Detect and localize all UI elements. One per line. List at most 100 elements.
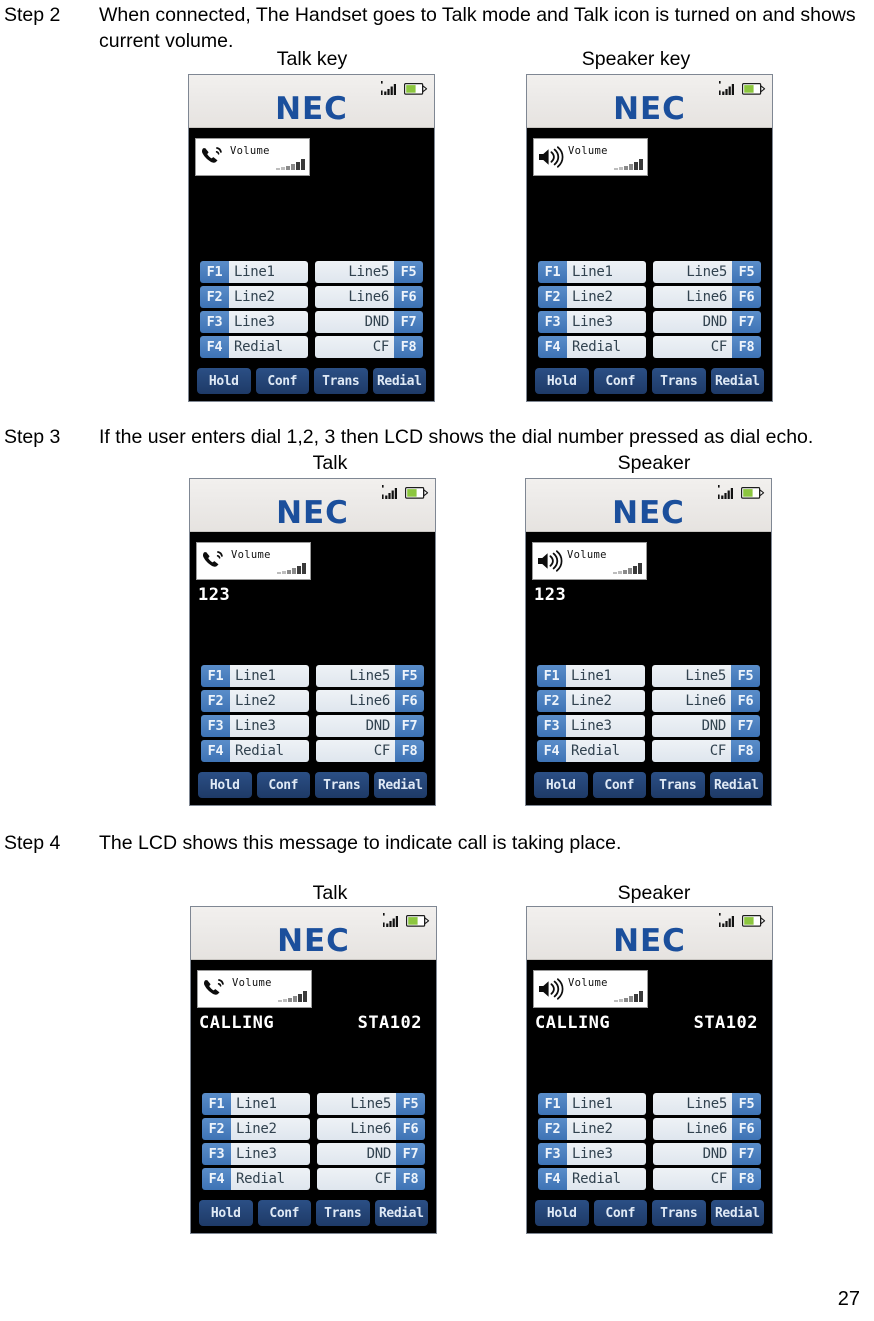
function-key-f8[interactable]: CF F8 [653,336,761,358]
function-key-f1[interactable]: F1 Line1 [201,665,309,687]
function-key-f5[interactable]: Line5 F5 [315,261,423,283]
function-key-f5[interactable]: Line5 F5 [653,261,761,283]
function-key-f6[interactable]: Line6 F6 [316,690,424,712]
function-key-f7[interactable]: DND F7 [652,715,760,737]
function-key-f1[interactable]: F1 Line1 [202,1093,310,1115]
lcd-screen: Volume CALLING STA102 F1 Line1 F2 Line2 F3 Line3… [191,960,436,1233]
volume-meter-bar [628,567,632,574]
soft-key-trans[interactable]: Trans [651,772,705,798]
soft-key-redial[interactable]: Redial [710,1200,764,1226]
soft-key-trans[interactable]: Trans [314,368,368,394]
function-key-f7[interactable]: DND F7 [316,715,424,737]
soft-key-conf[interactable]: Conf [593,1200,647,1226]
function-key-f3[interactable]: F3 Line3 [202,1143,310,1165]
soft-key-conf[interactable]: Conf [592,772,646,798]
function-key-f6[interactable]: Line6 F6 [315,286,423,308]
function-key-label: Line6 [653,286,732,308]
caption-talk-key: Talk key [276,48,348,70]
function-key-f1[interactable]: F1 Line1 [200,261,308,283]
lcd-screen: Volume F1 Line1 F2 Line2 F3 Line3 F4 Redial Line5… [189,128,434,401]
function-key-f1[interactable]: F1 Line1 [538,1093,646,1115]
soft-key-hold[interactable]: Hold [534,772,588,798]
function-key-f3[interactable]: F3 Line3 [538,311,646,333]
function-key-f2[interactable]: F2 Line2 [200,286,308,308]
soft-key-redial[interactable]: Redial [709,772,763,798]
soft-key-redial[interactable]: Redial [710,368,764,394]
volume-label: Volume [567,548,607,561]
function-key-f6[interactable]: Line6 F6 [652,690,760,712]
function-key-tag: F4 [200,336,229,358]
function-key-f4[interactable]: F4 Redial [538,336,646,358]
soft-key-trans[interactable]: Trans [316,1200,370,1226]
function-key-f1[interactable]: F1 Line1 [538,261,646,283]
volume-meter-bar [618,570,622,574]
function-key-f5[interactable]: Line5 F5 [316,665,424,687]
soft-key-conf[interactable]: Conf [257,1200,311,1226]
volume-indicator: Volume [196,542,311,580]
function-key-f6[interactable]: Line6 F6 [653,1118,761,1140]
soft-key-hold[interactable]: Hold [198,772,252,798]
soft-key-hold[interactable]: Hold [199,1200,253,1226]
soft-key-redial[interactable]: Redial [372,368,426,394]
function-key-f8[interactable]: CF F8 [315,336,423,358]
function-key-tag: F3 [538,1143,567,1165]
volume-meter-bar [302,562,306,574]
function-key-f8[interactable]: CF F8 [653,1168,761,1190]
function-key-f7[interactable]: DND F7 [317,1143,425,1165]
soft-key-trans[interactable]: Trans [652,1200,706,1226]
volume-meter-bar [298,993,302,1002]
soft-key-conf[interactable]: Conf [593,368,647,394]
function-key-f4[interactable]: F4 Redial [537,740,645,762]
volume-meter-bar [634,993,638,1002]
speaker-icon [534,145,568,169]
function-key-tag: F8 [731,740,760,762]
function-key-label: Line5 [315,261,394,283]
function-key-f2[interactable]: F2 Line2 [537,690,645,712]
function-key-f7[interactable]: DND F7 [653,311,761,333]
function-key-f3[interactable]: F3 Line3 [200,311,308,333]
function-key-f8[interactable]: CF F8 [316,740,424,762]
function-key-f3[interactable]: F3 Line3 [538,1143,646,1165]
soft-key-redial[interactable]: Redial [374,1200,428,1226]
function-key-f4[interactable]: F4 Redial [538,1168,646,1190]
soft-key-trans[interactable]: Trans [652,368,706,394]
function-key-f6[interactable]: Line6 F6 [317,1118,425,1140]
function-key-f5[interactable]: Line5 F5 [317,1093,425,1115]
soft-key-redial[interactable]: Redial [373,772,427,798]
function-key-f3[interactable]: F3 Line3 [537,715,645,737]
function-key-f4[interactable]: F4 Redial [201,740,309,762]
function-key-f7[interactable]: DND F7 [315,311,423,333]
function-key-f8[interactable]: CF F8 [317,1168,425,1190]
function-key-f8[interactable]: CF F8 [652,740,760,762]
volume-info: Volume [568,977,647,1002]
function-key-f2[interactable]: F2 Line2 [202,1118,310,1140]
function-key-tag: F1 [200,261,229,283]
function-key-column-right: Line5 F5 Line6 F6 DND F7 CF F8 [315,261,423,358]
function-key-f4[interactable]: F4 Redial [200,336,308,358]
function-key-label: Line3 [230,715,309,737]
soft-key-hold[interactable]: Hold [197,368,251,394]
function-key-f5[interactable]: Line5 F5 [653,1093,761,1115]
volume-meter-bar [624,165,628,170]
volume-meter-bar [629,163,633,170]
function-key-column-right: Line5 F5 Line6 F6 DND F7 CF F8 [653,261,761,358]
function-key-f5[interactable]: Line5 F5 [652,665,760,687]
function-key-f7[interactable]: DND F7 [653,1143,761,1165]
function-key-tag: F5 [732,261,761,283]
function-key-f2[interactable]: F2 Line2 [201,690,309,712]
handset-icon [196,145,230,169]
function-key-f6[interactable]: Line6 F6 [653,286,761,308]
soft-key-hold[interactable]: Hold [535,1200,589,1226]
soft-key-row: Hold Conf Trans Redial [535,368,764,394]
soft-key-trans[interactable]: Trans [315,772,369,798]
soft-key-conf[interactable]: Conf [256,772,310,798]
function-key-f2[interactable]: F2 Line2 [538,286,646,308]
function-key-tag: F6 [732,1118,761,1140]
phone-step3-speaker: NEC Volume 123 F1 Line1 F2 Line2 F3 Line3 F4 Redia… [525,478,772,806]
function-key-f3[interactable]: F3 Line3 [201,715,309,737]
function-key-f1[interactable]: F1 Line1 [537,665,645,687]
function-key-f4[interactable]: F4 Redial [202,1168,310,1190]
soft-key-conf[interactable]: Conf [255,368,309,394]
function-key-f2[interactable]: F2 Line2 [538,1118,646,1140]
soft-key-hold[interactable]: Hold [535,368,589,394]
